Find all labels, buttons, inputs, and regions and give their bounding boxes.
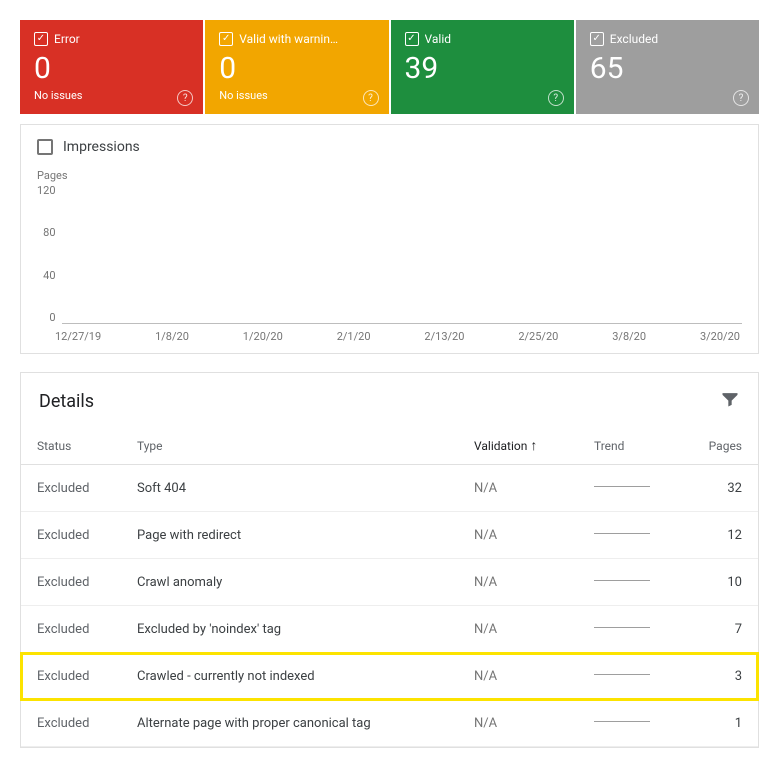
x-tick: 2/1/20 xyxy=(337,330,371,343)
card-sub: No issues xyxy=(219,89,374,102)
cell-validation: N/A xyxy=(458,606,578,653)
status-cards-row: ✓ Error 0 No issues? ✓ Valid with warnin… 0 No … xyxy=(0,0,779,114)
cell-trend xyxy=(578,653,688,700)
chart-area xyxy=(62,184,742,324)
col-status[interactable]: Status xyxy=(21,427,121,465)
cell-status: Excluded xyxy=(21,512,121,559)
chart-panel: Impressions Pages 120 80 40 0 12/27/19 1/8/2… xyxy=(20,124,759,354)
x-tick: 1/20/20 xyxy=(243,330,283,343)
cell-status: Excluded xyxy=(21,606,121,653)
col-pages[interactable]: Pages xyxy=(688,427,758,465)
x-tick: 12/27/19 xyxy=(55,330,101,343)
status-card-warn[interactable]: ✓ Valid with warnin… 0 No issues? xyxy=(205,20,388,114)
y-axis: 120 80 40 0 xyxy=(37,184,62,324)
cell-type: Soft 404 xyxy=(121,465,458,512)
col-trend[interactable]: Trend xyxy=(578,427,688,465)
y-tick: 120 xyxy=(37,184,56,197)
cell-type: Excluded by 'noindex' tag xyxy=(121,606,458,653)
help-icon[interactable]: ? xyxy=(363,90,379,106)
sparkline-icon xyxy=(594,620,650,634)
cell-type: Page with redirect xyxy=(121,512,458,559)
impressions-label: Impressions xyxy=(63,139,140,155)
cell-status: Excluded xyxy=(21,559,121,606)
cell-status: Excluded xyxy=(21,700,121,747)
checkbox-icon[interactable] xyxy=(37,139,53,155)
table-row[interactable]: ExcludedAlternate page with proper canon… xyxy=(21,700,758,747)
table-row[interactable]: ExcludedCrawled - currently not indexedN… xyxy=(21,653,758,700)
cell-pages: 10 xyxy=(688,559,758,606)
table-row[interactable]: ExcludedSoft 404N/A 32 xyxy=(21,465,758,512)
table-row[interactable]: ExcludedPage with redirectN/A 12 xyxy=(21,512,758,559)
cell-validation: N/A xyxy=(458,512,578,559)
x-tick: 2/13/20 xyxy=(424,330,464,343)
card-label: Error xyxy=(54,32,80,46)
cell-pages: 1 xyxy=(688,700,758,747)
cell-type: Crawl anomaly xyxy=(121,559,458,606)
card-value: 0 xyxy=(34,52,189,85)
sparkline-icon xyxy=(594,526,650,540)
filter-icon[interactable] xyxy=(720,389,740,413)
card-label: Valid xyxy=(425,32,452,46)
table-row[interactable]: ExcludedCrawl anomalyN/A 10 xyxy=(21,559,758,606)
sparkline-icon xyxy=(594,714,650,728)
sparkline-icon xyxy=(594,479,650,493)
cell-status: Excluded xyxy=(21,465,121,512)
help-icon[interactable]: ? xyxy=(177,90,193,106)
cell-validation: N/A xyxy=(458,653,578,700)
card-label: Excluded xyxy=(610,32,658,46)
x-tick: 3/20/20 xyxy=(700,330,740,343)
x-tick: 3/8/20 xyxy=(612,330,646,343)
y-axis-title: Pages xyxy=(37,169,742,182)
card-value: 65 xyxy=(590,52,745,85)
y-tick: 40 xyxy=(43,269,55,282)
card-label: Valid with warnin… xyxy=(239,32,338,46)
card-value: 39 xyxy=(405,52,560,85)
status-card-excluded[interactable]: ✓ Excluded 65? xyxy=(576,20,759,114)
cell-validation: N/A xyxy=(458,559,578,606)
col-type[interactable]: Type xyxy=(121,427,458,465)
card-value: 0 xyxy=(219,52,374,85)
cell-trend xyxy=(578,606,688,653)
check-icon: ✓ xyxy=(590,32,604,46)
x-tick: 2/25/20 xyxy=(518,330,558,343)
details-panel: Details Status Type Validation↑ Trend Pa… xyxy=(20,372,759,748)
cell-status: Excluded xyxy=(21,653,121,700)
cell-trend xyxy=(578,465,688,512)
y-tick: 80 xyxy=(43,226,55,239)
status-card-error[interactable]: ✓ Error 0 No issues? xyxy=(20,20,203,114)
details-table: Status Type Validation↑ Trend Pages Excl… xyxy=(21,427,758,747)
cell-trend xyxy=(578,512,688,559)
cell-pages: 3 xyxy=(688,653,758,700)
help-icon[interactable]: ? xyxy=(733,90,749,106)
check-icon: ✓ xyxy=(34,32,48,46)
cell-pages: 32 xyxy=(688,465,758,512)
cell-pages: 7 xyxy=(688,606,758,653)
cell-validation: N/A xyxy=(458,465,578,512)
cell-type: Crawled - currently not indexed xyxy=(121,653,458,700)
cell-trend xyxy=(578,559,688,606)
check-icon: ✓ xyxy=(219,32,233,46)
col-validation[interactable]: Validation↑ xyxy=(458,427,578,465)
help-icon[interactable]: ? xyxy=(548,90,564,106)
sparkline-icon xyxy=(594,573,650,587)
sort-arrow-icon: ↑ xyxy=(530,438,537,454)
y-tick: 0 xyxy=(49,311,55,324)
details-heading: Details xyxy=(39,391,94,412)
table-row[interactable]: ExcludedExcluded by 'noindex' tagN/A 7 xyxy=(21,606,758,653)
cell-type: Alternate page with proper canonical tag xyxy=(121,700,458,747)
cell-trend xyxy=(578,700,688,747)
cell-validation: N/A xyxy=(458,700,578,747)
cell-pages: 12 xyxy=(688,512,758,559)
card-sub: No issues xyxy=(34,89,189,102)
x-tick: 1/8/20 xyxy=(155,330,189,343)
sparkline-icon xyxy=(594,667,650,681)
x-axis: 12/27/19 1/8/20 1/20/20 2/1/20 2/13/20 2/25/2… xyxy=(37,330,742,343)
impressions-toggle[interactable]: Impressions xyxy=(37,139,742,155)
check-icon: ✓ xyxy=(405,32,419,46)
status-card-valid[interactable]: ✓ Valid 39? xyxy=(391,20,574,114)
